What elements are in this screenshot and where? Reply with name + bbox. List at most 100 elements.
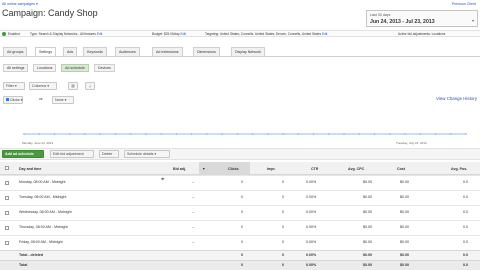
row-bid[interactable]: -- xyxy=(192,210,194,215)
add-ad-schedule-button[interactable]: Add ad schedule xyxy=(2,150,44,158)
row-checkbox[interactable] xyxy=(5,181,9,185)
delete-button[interactable]: Delete xyxy=(99,150,119,158)
col-avg-cpc[interactable]: Avg. CPC xyxy=(348,164,364,174)
subtab-locations[interactable]: Locations xyxy=(33,64,57,72)
row-ctr: 0.00% xyxy=(306,180,317,184)
row-clicks: 0 xyxy=(241,225,243,229)
col-clicks[interactable]: Clicks xyxy=(228,164,239,174)
row-ctr: 0.00% xyxy=(306,225,317,229)
tab-ads[interactable]: Ads xyxy=(63,47,78,56)
tab-keywords[interactable]: Keywords xyxy=(83,47,107,56)
total-deleted-pos: 0.0 xyxy=(463,253,468,257)
chart-point xyxy=(53,133,56,135)
filter-dropdown[interactable]: Filter ▾ xyxy=(3,82,25,90)
performance-chart xyxy=(23,133,467,135)
cursor-icon: ⌖ xyxy=(161,177,165,183)
row-cost: $0.00 xyxy=(400,210,409,214)
col-impr[interactable]: Impr. xyxy=(267,164,276,174)
row-day: Thursday, 08:00 AM - Midnight xyxy=(19,225,68,229)
type-edit-link[interactable]: Edit xyxy=(97,32,103,36)
tab-ad-groups[interactable]: Ad groups xyxy=(3,47,28,56)
tab-audiences[interactable]: Audiences xyxy=(115,47,140,56)
tab-settings[interactable]: Settings xyxy=(35,47,56,56)
metric2-dropdown[interactable]: None ▾ xyxy=(52,96,74,104)
chart-point xyxy=(419,133,422,135)
col-day-and-time[interactable]: Day and time xyxy=(19,164,41,174)
row-checkbox[interactable] xyxy=(5,211,9,215)
row-bid[interactable]: -- xyxy=(192,225,194,230)
total-row: Total 0 0 0.00% $0.00 $0.00 0.0 xyxy=(0,260,480,270)
total-cost: $0.00 xyxy=(400,263,409,267)
row-day: Tuesday, 08:00 AM - Midnight xyxy=(19,195,67,199)
columns-dropdown[interactable]: Columns ▾ xyxy=(29,82,57,90)
row-cost: $0.00 xyxy=(400,225,409,229)
tab-dimensions[interactable]: Dimensions xyxy=(193,47,220,56)
tab-ad-extensions[interactable]: Ad extensions xyxy=(152,47,183,56)
row-pos: 0.0 xyxy=(463,195,468,199)
download-icon[interactable]: ⤓ xyxy=(85,82,95,90)
chart-point xyxy=(175,133,178,135)
col-ctr[interactable]: CTR xyxy=(311,164,318,174)
row-bid[interactable]: -- xyxy=(192,240,194,245)
subtab-all-settings[interactable]: All settings xyxy=(3,64,29,72)
chart-point xyxy=(404,133,406,135)
chart-point xyxy=(282,133,284,135)
page-title: Campaign: Candy Shop xyxy=(2,8,98,18)
chart-x-start: Monday, June 24, 2013 xyxy=(22,141,54,145)
row-pos: 0.0 xyxy=(463,210,468,214)
date-range-label: Last 30 days xyxy=(370,13,391,17)
chart-point xyxy=(388,133,391,135)
chart-toggle-icon[interactable]: ▥ xyxy=(68,82,78,90)
col-cost[interactable]: Cost xyxy=(397,164,405,174)
total-impr: 0 xyxy=(282,263,284,267)
table-row: Wednesday, 08:00 AM - Midnight -- 0 0 0.… xyxy=(0,205,480,220)
edit-bid-adjustment-button[interactable]: Edit bid adjustment xyxy=(50,150,94,158)
schedule-details-dropdown[interactable]: Schedule details ▾ xyxy=(124,150,170,158)
row-day: Wednesday, 08:00 AM - Midnight xyxy=(19,210,72,214)
row-ctr: 0.00% xyxy=(306,240,317,244)
subtab-devices[interactable]: Devices xyxy=(94,64,115,72)
chart-point xyxy=(373,133,376,135)
chart-point xyxy=(312,133,315,135)
chart-point xyxy=(129,133,132,135)
row-checkbox[interactable] xyxy=(5,241,9,245)
select-all-checkbox[interactable] xyxy=(5,166,9,170)
previous-client-link[interactable]: Previous Client xyxy=(452,2,476,6)
breadcrumb[interactable]: All online campaigns ▾ xyxy=(2,2,38,6)
targeting-edit-link[interactable]: Edit xyxy=(322,32,328,36)
chart-point xyxy=(190,133,193,135)
row-bid[interactable]: -- xyxy=(192,180,194,185)
chart-point xyxy=(206,133,208,135)
series-color-swatch xyxy=(6,98,9,101)
tab-divider xyxy=(0,56,480,57)
row-checkbox[interactable] xyxy=(5,196,9,200)
row-day: Monday, 08:00 AM - Midnight xyxy=(19,180,66,184)
chart-point xyxy=(99,133,102,135)
row-bid[interactable]: -- xyxy=(192,195,194,200)
row-checkbox[interactable] xyxy=(5,226,9,230)
chart-point xyxy=(68,133,71,135)
row-impr: 0 xyxy=(282,195,284,199)
metric1-dropdown[interactable]: Clicks ▾ xyxy=(3,96,23,104)
table-row: Monday, 08:00 AM - Midnight ⌖ -- 0 0 0.0… xyxy=(0,175,480,190)
col-bid-adj[interactable]: Bid adj. xyxy=(173,164,186,174)
budget-edit-link[interactable]: Edit xyxy=(181,32,187,36)
table-row: Friday, 08:00 AM - Midnight -- 0 0 0.00%… xyxy=(0,235,480,250)
total-deleted-clicks: 0 xyxy=(241,253,243,257)
row-cpc: $0.00 xyxy=(363,195,372,199)
row-cpc: $0.00 xyxy=(363,210,372,214)
sort-arrow-icon: ▼ xyxy=(202,167,206,171)
status-label[interactable]: Enabled xyxy=(8,32,20,36)
total-deleted-cpc: $0.00 xyxy=(363,253,372,257)
view-change-history-link[interactable]: View Change History xyxy=(436,96,477,101)
title-prefix: Campaign: xyxy=(2,8,46,18)
date-range-picker[interactable]: Last 30 days Jun 24, 2013 - Jul 23, 2013… xyxy=(366,10,478,27)
chart-point xyxy=(449,133,452,135)
chevron-down-icon: ▾ xyxy=(471,18,474,23)
chart-point xyxy=(236,133,239,135)
tab-display-network[interactable]: Display Network xyxy=(231,47,265,56)
col-avg-pos[interactable]: Avg. Pos. xyxy=(451,164,467,174)
chart-point xyxy=(38,133,41,135)
subtab-ad-schedule[interactable]: Ad schedule xyxy=(61,64,89,72)
total-deleted-row: Total - deleted 0 0 0.00% $0.00 $0.00 0.… xyxy=(0,250,480,260)
